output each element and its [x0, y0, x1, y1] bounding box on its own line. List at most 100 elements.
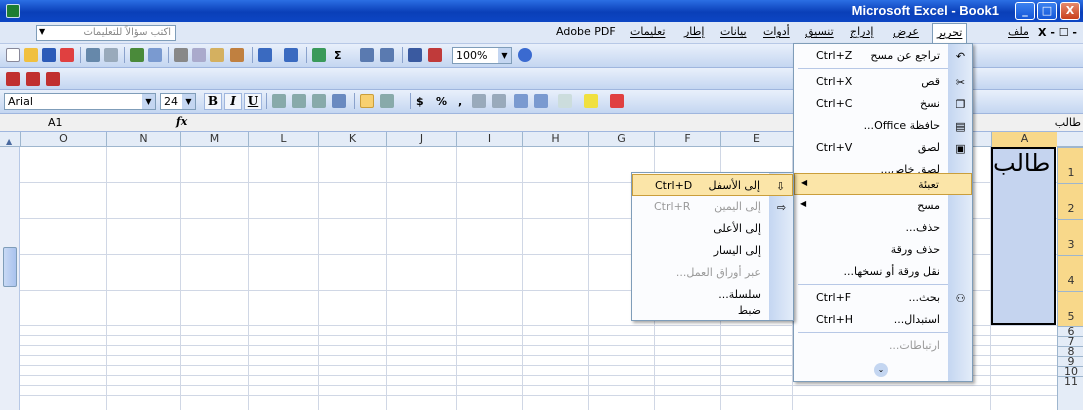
- name-box[interactable]: A1: [20, 115, 130, 131]
- column-header-k[interactable]: K: [318, 132, 386, 147]
- spelling-icon[interactable]: [130, 48, 144, 62]
- menu-item-undo[interactable]: ↶ تراجع عن مسح Ctrl+Z: [794, 45, 972, 67]
- row-header-4[interactable]: 4: [1058, 255, 1083, 291]
- column-header-f[interactable]: F: [654, 132, 720, 147]
- menu-item-links[interactable]: ارتباطات...: [794, 335, 972, 357]
- borders-icon[interactable]: [558, 94, 572, 108]
- vertical-scrollbar[interactable]: [0, 147, 20, 410]
- column-header-m[interactable]: M: [180, 132, 248, 147]
- copy-icon[interactable]: [192, 48, 206, 62]
- column-header-g[interactable]: G: [588, 132, 654, 147]
- menu-adobe-pdf[interactable]: Adobe PDF: [556, 25, 616, 38]
- new-icon[interactable]: [6, 48, 20, 62]
- cut-icon[interactable]: [174, 48, 188, 62]
- convert-to-pdf-icon[interactable]: [6, 72, 20, 86]
- fill-color-icon[interactable]: [584, 94, 598, 108]
- menu-item-paste[interactable]: ▣ لصق Ctrl+V: [794, 137, 972, 159]
- autosum-icon[interactable]: Σ: [334, 49, 342, 62]
- column-header-n[interactable]: N: [106, 132, 180, 147]
- format-painter-icon[interactable]: [230, 48, 244, 62]
- menu-item-cut[interactable]: ✂ قص Ctrl+X: [794, 71, 972, 93]
- insert-function-icon[interactable]: fx: [176, 115, 187, 128]
- column-header-l[interactable]: L: [248, 132, 318, 147]
- rtl-direction-icon[interactable]: [380, 94, 394, 108]
- column-header-h[interactable]: H: [522, 132, 588, 147]
- font-name-select[interactable]: Arial ▼: [4, 93, 156, 110]
- menu-window[interactable]: إطار: [684, 25, 704, 38]
- menu-item-clear[interactable]: مسح ◀: [794, 195, 972, 217]
- menu-item-fill-down[interactable]: ⇩ إلى الأسفل Ctrl+D: [632, 174, 793, 196]
- column-header-j[interactable]: J: [386, 132, 456, 147]
- zoom-select[interactable]: 100% ▼: [452, 47, 512, 64]
- column-header-e[interactable]: E: [720, 132, 792, 147]
- row-header-1[interactable]: 1: [1058, 147, 1083, 183]
- decrease-decimal-icon[interactable]: [492, 94, 506, 108]
- chevron-down-icon[interactable]: ▼: [498, 48, 511, 63]
- row-header-11[interactable]: 11: [1058, 376, 1083, 387]
- scrollbar-thumb[interactable]: [3, 247, 17, 287]
- increase-indent-icon[interactable]: [534, 94, 548, 108]
- minimize-button[interactable]: _: [1015, 2, 1035, 20]
- menu-item-replace[interactable]: استبدال... Ctrl+H: [794, 309, 972, 331]
- row-header-5[interactable]: 5: [1058, 291, 1083, 326]
- row-header-3[interactable]: 3: [1058, 219, 1083, 255]
- align-left-icon[interactable]: [272, 94, 286, 108]
- scroll-up-icon[interactable]: ▲: [6, 137, 18, 147]
- column-header-a[interactable]: A: [991, 132, 1057, 147]
- chevron-down-icon[interactable]: ▼: [39, 27, 45, 36]
- comma-button[interactable]: ,: [458, 95, 462, 108]
- decrease-indent-icon[interactable]: [514, 94, 528, 108]
- menu-item-fill[interactable]: تعبئة ◀: [794, 173, 972, 195]
- help-icon[interactable]: [518, 48, 532, 62]
- sort-ascending-icon[interactable]: [360, 48, 374, 62]
- menu-item-delete-sheet[interactable]: حذف ورقة: [794, 239, 972, 261]
- menu-item-copy[interactable]: ❐ نسخ Ctrl+C: [794, 93, 972, 115]
- ltr-direction-icon[interactable]: [360, 94, 374, 108]
- print-icon[interactable]: [86, 48, 100, 62]
- undo-icon[interactable]: [258, 48, 272, 62]
- formula-content[interactable]: طالب: [1055, 116, 1081, 129]
- menu-item-fill-right[interactable]: ⇨ إلى اليمين Ctrl+R: [632, 196, 793, 218]
- underline-button[interactable]: U: [244, 93, 262, 110]
- maximize-button[interactable]: □: [1037, 2, 1057, 20]
- drawing-icon[interactable]: [428, 48, 442, 62]
- expand-menu-icon[interactable]: ⌄: [874, 363, 888, 377]
- menu-item-delete[interactable]: حذف...: [794, 217, 972, 239]
- row-header-2[interactable]: 2: [1058, 183, 1083, 219]
- pdf-email-icon[interactable]: [26, 72, 40, 86]
- menu-edit[interactable]: تحرير: [932, 23, 968, 44]
- paste-icon[interactable]: [210, 48, 224, 62]
- save-icon[interactable]: [42, 48, 56, 62]
- excel-app-icon[interactable]: [6, 4, 20, 18]
- print-preview-icon[interactable]: [104, 48, 118, 62]
- percent-button[interactable]: %: [436, 95, 447, 108]
- menu-item-fill-justify[interactable]: ضبط: [632, 300, 793, 322]
- menu-view[interactable]: عرض: [893, 25, 919, 38]
- menu-file[interactable]: ملف: [1008, 25, 1029, 38]
- open-icon[interactable]: [24, 48, 38, 62]
- menu-item-fill-left[interactable]: إلى اليسار: [632, 240, 793, 262]
- close-button[interactable]: X: [1060, 2, 1080, 20]
- menu-item-office-clipboard[interactable]: ▤ حافظة Office...: [794, 115, 972, 137]
- increase-decimal-icon[interactable]: [472, 94, 486, 108]
- menu-item-fill-up[interactable]: إلى الأعلى: [632, 218, 793, 240]
- column-header-i[interactable]: I: [456, 132, 522, 147]
- column-header-o[interactable]: O: [20, 132, 106, 147]
- currency-button[interactable]: $: [416, 95, 424, 108]
- menu-format[interactable]: تنسيق: [805, 25, 834, 38]
- menu-help[interactable]: تعليمات: [630, 25, 665, 38]
- document-window-controls[interactable]: X - ☐ -: [1038, 26, 1077, 39]
- menu-item-find[interactable]: ⚇ بحث... Ctrl+F: [794, 287, 972, 309]
- menu-insert[interactable]: إدراج: [850, 25, 873, 38]
- sort-descending-icon[interactable]: [380, 48, 394, 62]
- chevron-down-icon[interactable]: ▼: [182, 94, 195, 109]
- chart-wizard-icon[interactable]: [408, 48, 422, 62]
- cell-a1[interactable]: طالب: [993, 149, 1050, 177]
- italic-button[interactable]: I: [224, 93, 242, 110]
- redo-icon[interactable]: [284, 48, 298, 62]
- menu-tools[interactable]: أدوات: [763, 25, 790, 38]
- chevron-down-icon[interactable]: ▼: [142, 94, 155, 109]
- research-icon[interactable]: [148, 48, 162, 62]
- bold-button[interactable]: B: [204, 93, 222, 110]
- menu-item-fill-across-sheets[interactable]: عبر أوراق العمل...: [632, 262, 793, 284]
